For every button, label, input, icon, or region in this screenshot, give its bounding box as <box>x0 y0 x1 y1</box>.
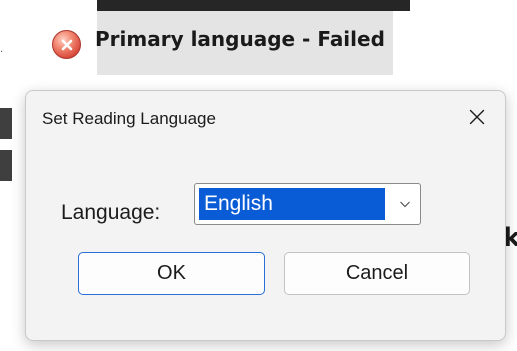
background-fragment-bar <box>0 150 12 181</box>
language-label: Language: <box>61 201 161 224</box>
set-reading-language-dialog: Set Reading Language Language: English O… <box>25 90 506 341</box>
dialog-title: Set Reading Language <box>42 109 216 128</box>
background-fragment-bar <box>0 108 12 139</box>
language-select[interactable]: English <box>194 183 421 225</box>
background-window-strip <box>97 0 410 11</box>
check-status-label[interactable]: Primary language - Failed <box>95 27 385 51</box>
error-icon <box>52 30 81 59</box>
close-button[interactable] <box>457 99 497 135</box>
background-fragment-text: . <box>0 44 4 55</box>
ok-button[interactable]: OK <box>78 252 265 295</box>
cancel-button[interactable]: Cancel <box>284 252 470 295</box>
language-selected-value: English <box>199 188 385 220</box>
screen: . k Primary language - Failed Set Readin… <box>0 0 517 351</box>
close-icon <box>469 109 485 125</box>
chevron-down-icon <box>400 201 410 208</box>
